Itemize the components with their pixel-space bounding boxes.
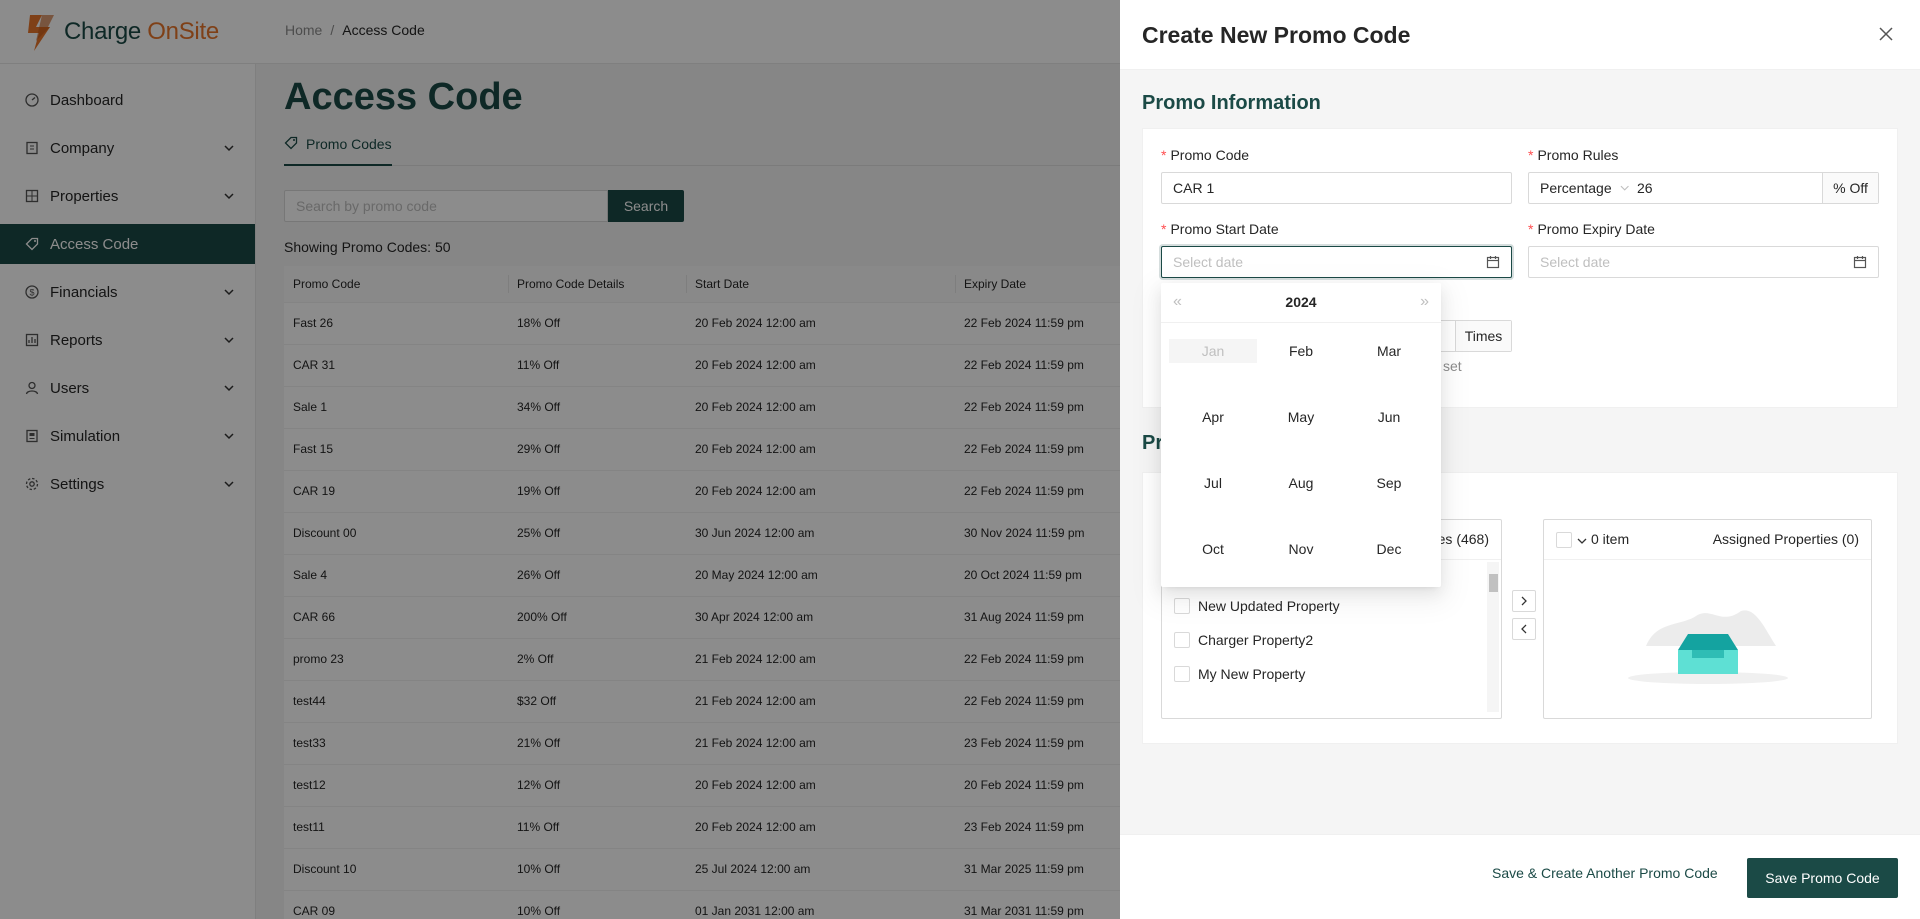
chevron-down-icon[interactable] — [1577, 533, 1587, 549]
expiry-date-label: * Promo Expiry Date — [1528, 221, 1655, 237]
month-cell-jun[interactable]: Jun — [1345, 405, 1433, 429]
assigned-count: 0 item — [1591, 531, 1630, 547]
chevron-down-icon — [1620, 185, 1629, 191]
expiry-date-input[interactable]: Select date — [1528, 246, 1879, 278]
list-item[interactable]: My New Property — [1174, 666, 1305, 682]
section-title-promo-information: Promo Information — [1142, 92, 1321, 114]
drawer-header: Create New Promo Code — [1120, 0, 1920, 70]
month-cell-jul[interactable]: Jul — [1169, 471, 1257, 495]
item-checkbox[interactable] — [1174, 598, 1190, 614]
start-date-label: * Promo Start Date — [1161, 221, 1279, 237]
month-cell-jan: Jan — [1169, 339, 1257, 363]
promo-rules-value-input[interactable]: 26 — [1629, 180, 1822, 196]
list-item[interactable]: New Updated Property — [1174, 598, 1340, 614]
assigned-list-title: Assigned Properties (0) — [1712, 531, 1859, 547]
usage-limit-suffix: Times — [1455, 321, 1511, 351]
promo-code-label: * Promo Code — [1161, 147, 1250, 163]
list-item[interactable]: Charger Property2 — [1174, 632, 1313, 648]
available-list-title: es (468) — [1437, 531, 1489, 547]
month-cell-apr[interactable]: Apr — [1169, 405, 1257, 429]
picker-header: « 2024 » — [1161, 283, 1441, 323]
promo-rules-input-group: Percentage 26 % Off — [1528, 172, 1879, 204]
select-all-checkbox[interactable] — [1556, 532, 1572, 548]
item-checkbox[interactable] — [1174, 632, 1190, 648]
next-year-button[interactable]: » — [1420, 293, 1429, 311]
chevron-left-icon — [1521, 624, 1527, 634]
chevron-right-icon — [1521, 596, 1527, 606]
promo-code-input[interactable]: CAR 1 — [1161, 172, 1512, 204]
save-and-create-another-button[interactable]: Save & Create Another Promo Code — [1492, 865, 1718, 881]
drawer-footer: Save & Create Another Promo Code Save Pr… — [1120, 834, 1920, 919]
month-cell-nov[interactable]: Nov — [1257, 537, 1345, 561]
move-left-button[interactable] — [1512, 618, 1536, 640]
empty-inbox-icon — [1626, 586, 1790, 689]
close-icon[interactable] — [1876, 24, 1896, 44]
month-cell-oct[interactable]: Oct — [1169, 537, 1257, 561]
month-cell-sep[interactable]: Sep — [1345, 471, 1433, 495]
month-cell-dec[interactable]: Dec — [1345, 537, 1433, 561]
promo-rules-type-select[interactable]: Percentage — [1529, 173, 1629, 203]
usage-limit-hint: set — [1443, 358, 1462, 374]
assigned-properties-list: 0 item Assigned Properties (0) — [1543, 519, 1872, 719]
calendar-icon — [1486, 255, 1500, 272]
calendar-icon — [1853, 255, 1867, 272]
month-cell-mar[interactable]: Mar — [1345, 339, 1433, 363]
scrollbar-thumb[interactable] — [1489, 574, 1498, 592]
move-right-button[interactable] — [1512, 590, 1536, 612]
month-picker-popup: « 2024 » Jan Feb Mar Apr May Jun Jul Aug Sep Oct N… — [1161, 283, 1441, 587]
promo-rules-suffix: % Off — [1822, 173, 1878, 203]
month-cell-feb[interactable]: Feb — [1257, 339, 1345, 363]
drawer-title: Create New Promo Code — [1142, 22, 1411, 48]
save-promo-code-button[interactable]: Save Promo Code — [1747, 858, 1898, 898]
month-cell-may[interactable]: May — [1257, 405, 1345, 429]
start-date-input[interactable]: Select date — [1161, 246, 1512, 278]
item-checkbox[interactable] — [1174, 666, 1190, 682]
section-title-properties: Pr — [1142, 432, 1164, 454]
list-scrollbar[interactable] — [1487, 562, 1499, 712]
promo-rules-label: * Promo Rules — [1528, 147, 1619, 163]
picker-year[interactable]: 2024 — [1161, 294, 1441, 310]
month-cell-aug[interactable]: Aug — [1257, 471, 1345, 495]
assigned-list-header: 0 item Assigned Properties (0) — [1544, 520, 1871, 560]
